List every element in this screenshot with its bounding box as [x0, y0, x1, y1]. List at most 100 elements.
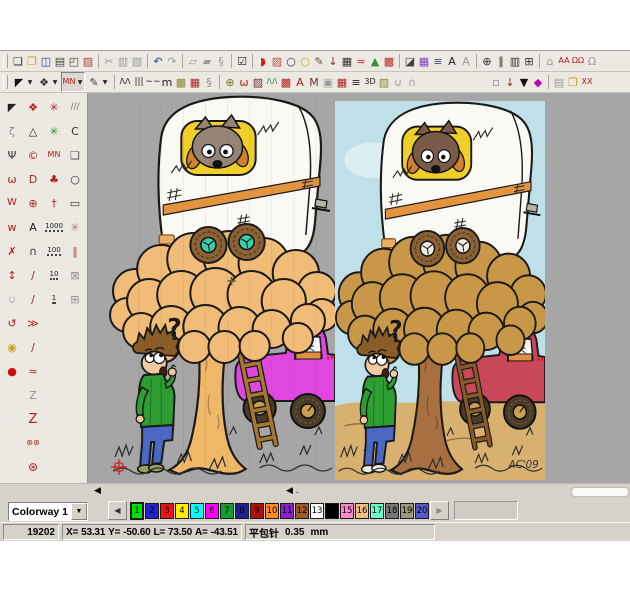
- sphere-fill-tool[interactable]: ⊕: [23, 192, 43, 214]
- palette-swatch-13[interactable]: 13: [310, 503, 324, 519]
- tb2-run-stitch-tool[interactable]: MN▼: [61, 72, 85, 92]
- colorway-dropdown-icon[interactable]: ▼: [71, 503, 87, 520]
- export-design-tool[interactable]: ❏: [65, 144, 85, 166]
- tb1-pattern-run-icon[interactable]: ∥: [494, 53, 508, 69]
- tb2-select-icon[interactable]: ◤: [12, 74, 26, 90]
- tb2-zigzag-stitch-icon[interactable]: ΛΛ: [118, 74, 132, 90]
- tb1-pattern-fill-icon[interactable]: ▥: [508, 53, 522, 69]
- zigzag-w-tool[interactable]: w: [2, 216, 22, 238]
- tb2-polygon-select-icon[interactable]: ❖: [37, 74, 51, 90]
- tb2-stitch-lines-icon[interactable]: ≡: [349, 74, 363, 90]
- tb1-object-list-icon[interactable]: ≡: [431, 53, 445, 69]
- tb2-view-3d-icon[interactable]: 3D: [363, 74, 377, 90]
- palette-swatch-4[interactable]: 4: [175, 503, 189, 519]
- fill-shape-tool[interactable]: ♣: [44, 168, 64, 190]
- tb2-team-names-icon[interactable]: XX: [580, 74, 594, 90]
- tb1-color-blend-icon[interactable]: ▦: [417, 53, 431, 69]
- digitized-design[interactable]: [109, 95, 335, 480]
- tb2-e-stitch-icon[interactable]: |||: [132, 74, 146, 90]
- tb2-checker-fill-icon[interactable]: ▦: [335, 74, 349, 90]
- palette-swatch-8[interactable]: 8: [235, 503, 249, 519]
- palette-swatch-15[interactable]: 15: [340, 503, 354, 519]
- reshape-tool[interactable]: ❖: [23, 96, 43, 118]
- rectangle-tool[interactable]: ▭: [65, 192, 85, 214]
- palette-swatch-5[interactable]: 5: [190, 503, 204, 519]
- ellipse-tool[interactable]: ○: [65, 168, 85, 190]
- pan-left-icon[interactable]: ◀: [94, 485, 101, 497]
- tb1-bitmap-view-icon[interactable]: ◪: [403, 53, 417, 69]
- object-properties-tool[interactable]: ⊞: [65, 288, 85, 310]
- sequin-tool[interactable]: ⊛: [23, 456, 43, 478]
- travel-stitch-tool-1[interactable]: ∕: [23, 264, 43, 286]
- node-edit-tool[interactable]: ζ: [2, 120, 22, 142]
- tb2-run-stitch-icon[interactable]: MN: [62, 74, 76, 90]
- hoop-tool[interactable]: ‖: [65, 240, 85, 262]
- w-stitch-tool[interactable]: W: [2, 192, 22, 214]
- scrollbar-thumb[interactable]: [571, 487, 629, 497]
- sequin-pair-tool[interactable]: ⊛⊛: [23, 432, 43, 454]
- tb2-needle-point-icon[interactable]: ↓: [503, 74, 517, 90]
- stitch-length-1[interactable]: 1: [44, 288, 64, 310]
- arc-tool[interactable]: Ϲ: [65, 120, 85, 142]
- tb2-cross-hatch-icon[interactable]: ▨: [251, 74, 265, 90]
- fill-color-tool[interactable]: ◉: [2, 336, 22, 358]
- tb2-feather-stitch-icon[interactable]: ΛΛ: [265, 74, 279, 90]
- tb2-input-pen-dropdown-icon[interactable]: ▼: [101, 79, 109, 86]
- tb2-motif-run-icon[interactable]: ∼∼: [146, 74, 160, 90]
- tb1-grid-fill-icon[interactable]: ▦: [340, 53, 354, 69]
- tb2-polygon-select-dropdown-icon[interactable]: ▼: [51, 79, 59, 86]
- design-canvas[interactable]: ?: [88, 93, 630, 483]
- palette-swatch-6[interactable]: 6: [205, 503, 219, 519]
- palette-swatch-7[interactable]: 7: [220, 503, 234, 519]
- closed-shape-tool[interactable]: △: [23, 120, 43, 142]
- tb2-select-tool[interactable]: ◤▼: [11, 72, 35, 92]
- travel-zigzag-tool[interactable]: ≈: [23, 360, 43, 382]
- tb1-kerning-icon[interactable]: AA: [557, 53, 571, 69]
- palette-scroll-left-button[interactable]: ◀: [108, 501, 127, 520]
- palette-swatch-19[interactable]: 19: [400, 503, 414, 519]
- toolbar-grip-2[interactable]: [3, 75, 8, 89]
- tb1-print-preview-icon[interactable]: ◰: [67, 53, 81, 69]
- palette-swatch-18[interactable]: 18: [385, 503, 399, 519]
- palette-swatch-14[interactable]: 14: [325, 503, 339, 519]
- tb1-scenery-fill-icon[interactable]: ▲: [368, 53, 382, 69]
- tb1-motif-fill-icon[interactable]: ⊞: [522, 53, 536, 69]
- travel-stitch-tool-2[interactable]: ∕: [23, 288, 43, 310]
- tb2-applique-icon[interactable]: A: [293, 74, 307, 90]
- palette-swatch-2[interactable]: 2: [145, 503, 159, 519]
- arch-tool[interactable]: ∩: [23, 240, 43, 262]
- tb1-open-icon[interactable]: ❐: [25, 53, 39, 69]
- palette-swatch-11[interactable]: 11: [280, 503, 294, 519]
- palette-swatch-1[interactable]: 1: [130, 502, 144, 520]
- tb2-laydown-fill-icon[interactable]: ▦: [188, 74, 202, 90]
- run-stitch-tool[interactable]: MN: [44, 144, 64, 166]
- tb1-fancy-fill-icon[interactable]: ▨: [270, 53, 284, 69]
- tb1-print-icon[interactable]: ▤: [53, 53, 67, 69]
- tb2-travel-end-icon[interactable]: ▼: [517, 74, 531, 90]
- branching-tool[interactable]: Ψ: [2, 144, 22, 166]
- palette-swatch-16[interactable]: 16: [355, 503, 369, 519]
- tb1-needle-drop-icon[interactable]: ↓: [326, 53, 340, 69]
- circle-tool[interactable]: ©: [23, 144, 43, 166]
- palette-swatch-9[interactable]: 9: [250, 503, 264, 519]
- motif-d-tool[interactable]: D: [23, 168, 43, 190]
- rotate-ellipse-tool[interactable]: ↺: [2, 312, 22, 334]
- tb1-texture-fill-icon[interactable]: ▩: [382, 53, 396, 69]
- tb2-input-pen-icon[interactable]: ✎: [87, 74, 101, 90]
- scroll-left-icon[interactable]: ◀ .: [286, 485, 299, 497]
- select-tool[interactable]: ◤: [2, 96, 22, 118]
- palette-swatch-20[interactable]: 20: [415, 503, 429, 519]
- stitch-length-10[interactable]: 10: [44, 264, 64, 286]
- tb2-travel-start-icon[interactable]: ◆: [531, 74, 545, 90]
- tb2-hatch-olive-icon[interactable]: ▨: [377, 74, 391, 90]
- tb1-envelope-icon[interactable]: ΩΩ: [571, 53, 585, 69]
- reference-artwork[interactable]: AC'09: [335, 101, 545, 480]
- tb2-backstitch-icon[interactable]: m: [160, 74, 174, 90]
- tb1-auto-digitize-icon[interactable]: ☑: [235, 53, 249, 69]
- stitch-length-100[interactable]: 100: [44, 240, 64, 262]
- travel-jump-tool[interactable]: ≫: [23, 312, 43, 334]
- tb1-outline-yellow-icon[interactable]: ○: [298, 53, 312, 69]
- flower-fill-tool[interactable]: ✳: [65, 216, 85, 238]
- toolbar-grip[interactable]: [3, 54, 8, 68]
- lettering-a-tool[interactable]: A: [23, 216, 43, 238]
